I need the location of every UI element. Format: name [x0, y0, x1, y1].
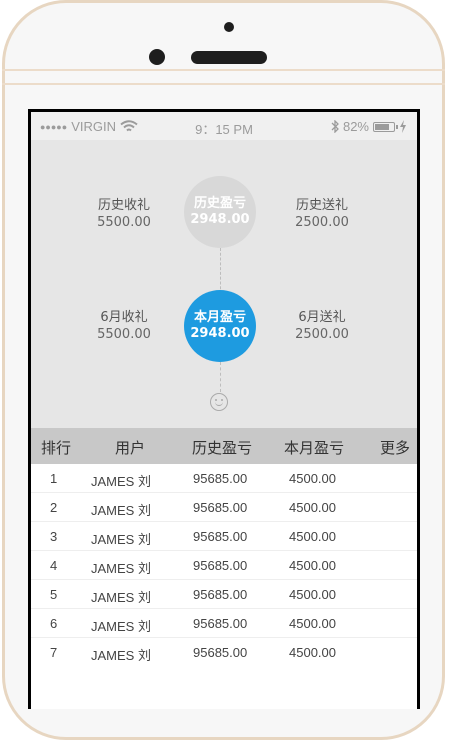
- table-row[interactable]: 3 JAMES 刘 95685.00 4500.00: [31, 522, 417, 551]
- table-row[interactable]: 1 JAMES 刘 95685.00 4500.00: [31, 464, 417, 493]
- row-month-profit: 4500.00: [289, 616, 336, 631]
- row-user: JAMES 刘: [91, 532, 151, 547]
- month-sent-stat: 6月送礼 2500.00: [277, 309, 367, 343]
- history-sent-stat: 历史送礼 2500.00: [277, 197, 367, 231]
- row-month-profit: 4500.00: [289, 587, 336, 602]
- ranking-list: 1 JAMES 刘 95685.00 4500.00 2 JAMES 刘 956…: [31, 464, 417, 667]
- front-camera: [149, 49, 165, 65]
- row-rank: 1: [50, 471, 58, 486]
- history-profit-value: 2948.00: [190, 212, 250, 227]
- history-received-value: 5500.00: [97, 215, 151, 230]
- row-month-profit: 4500.00: [289, 645, 336, 660]
- history-profit-circle[interactable]: 历史盈亏 2948.00: [184, 176, 256, 248]
- month-received-label: 6月收礼: [100, 310, 148, 325]
- table-row[interactable]: 5 JAMES 刘 95685.00 4500.00: [31, 580, 417, 609]
- header-history-profit: 历史盈亏: [192, 439, 253, 457]
- table-row[interactable]: 2 JAMES 刘 95685.00 4500.00: [31, 493, 417, 522]
- row-rank: 2: [50, 500, 58, 515]
- smile-icon[interactable]: [210, 393, 228, 411]
- month-received-stat: 6月收礼 5500.00: [79, 309, 169, 343]
- row-history-profit: 95685.00: [193, 645, 248, 660]
- status-bar: ●●●●● VIRGIN 9：15 PM 82%: [31, 112, 417, 140]
- history-profit-label: 历史盈亏: [193, 196, 246, 211]
- month-received-value: 5500.00: [97, 327, 151, 342]
- row-history-profit: 95685.00: [193, 587, 248, 602]
- month-sent-value: 2500.00: [295, 327, 349, 342]
- row-month-profit: 4500.00: [289, 529, 336, 544]
- row-history-profit: 95685.00: [193, 471, 248, 486]
- row-rank: 3: [50, 529, 58, 544]
- header-rank: 排行: [41, 439, 72, 457]
- month-profit-label: 本月盈亏: [193, 310, 246, 325]
- row-rank: 4: [50, 558, 58, 573]
- charging-icon: [400, 120, 406, 133]
- header-user: 用户: [115, 439, 146, 457]
- table-header: 排行 用户 历史盈亏 本月盈亏 更多: [31, 428, 417, 464]
- list-background: [31, 662, 417, 709]
- bluetooth-icon: [331, 120, 339, 133]
- month-profit-value: 2948.00: [190, 326, 250, 341]
- table-row[interactable]: 4 JAMES 刘 95685.00 4500.00: [31, 551, 417, 580]
- row-history-profit: 95685.00: [193, 529, 248, 544]
- header-month-profit: 本月盈亏: [284, 439, 345, 457]
- row-user: JAMES 刘: [91, 561, 151, 576]
- row-history-profit: 95685.00: [193, 500, 248, 515]
- row-history-profit: 95685.00: [193, 558, 248, 573]
- row-history-profit: 95685.00: [193, 616, 248, 631]
- row-rank: 5: [50, 587, 58, 602]
- row-month-profit: 4500.00: [289, 558, 336, 573]
- month-sent-label: 6月送礼: [298, 310, 346, 325]
- row-user: JAMES 刘: [91, 503, 151, 518]
- app-screen: ●●●●● VIRGIN 9：15 PM 82% 历史收礼 5500.00 历史…: [28, 109, 420, 709]
- battery-fill: [375, 123, 389, 130]
- row-month-profit: 4500.00: [289, 471, 336, 486]
- history-received-label: 历史收礼: [97, 198, 150, 213]
- row-rank: 7: [50, 645, 58, 660]
- phone-band: [2, 69, 445, 85]
- row-month-profit: 4500.00: [289, 500, 336, 515]
- history-sent-value: 2500.00: [295, 215, 349, 230]
- battery-percent: 82%: [342, 119, 369, 134]
- history-received-stat: 历史收礼 5500.00: [79, 197, 169, 231]
- row-user: JAMES 刘: [91, 474, 151, 489]
- front-sensor: [224, 22, 234, 32]
- timeline-line-bottom: [220, 362, 221, 392]
- row-rank: 6: [50, 616, 58, 631]
- month-profit-circle[interactable]: 本月盈亏 2948.00: [184, 290, 256, 362]
- summary-panel: 历史收礼 5500.00 历史盈亏 2948.00 历史送礼 2500.00 6…: [31, 140, 417, 428]
- battery-icon: [373, 121, 398, 132]
- timeline-line-top: [220, 248, 221, 294]
- history-sent-label: 历史送礼: [295, 198, 348, 213]
- row-user: JAMES 刘: [91, 590, 151, 605]
- earpiece-speaker: [191, 51, 267, 64]
- header-more-button[interactable]: 更多: [380, 437, 410, 458]
- row-user: JAMES 刘: [91, 619, 151, 634]
- table-row[interactable]: 6 JAMES 刘 95685.00 4500.00: [31, 609, 417, 638]
